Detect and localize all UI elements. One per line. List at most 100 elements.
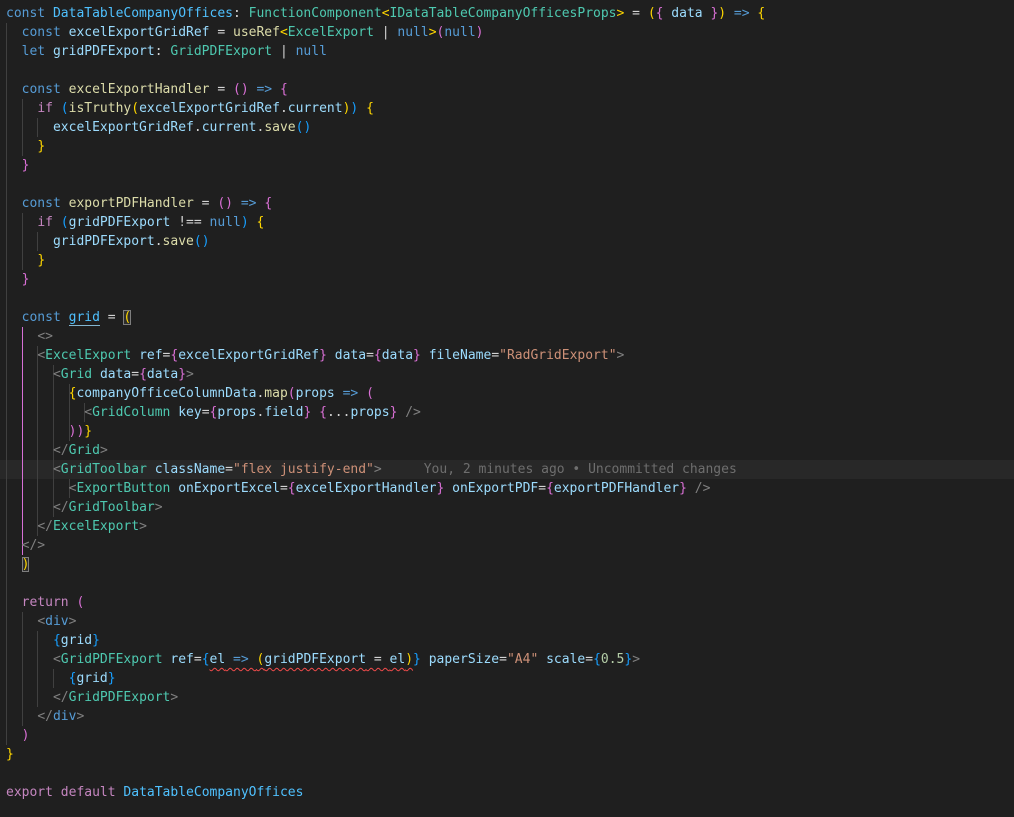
token: </ [37, 709, 53, 724]
code-line: excelExportGridRef.current.save() [0, 118, 1014, 137]
code-line: if (isTruthy(excelExportGridRef.current)… [0, 99, 1014, 118]
code-editor[interactable]: const DataTableCompanyOffices: FunctionC… [0, 0, 1014, 817]
token: </ [52, 690, 69, 705]
token: < [37, 614, 46, 629]
token: > [139, 519, 147, 534]
token: = [209, 25, 233, 40]
token: > [170, 690, 179, 705]
token: const [21, 310, 69, 325]
code-line: } [0, 270, 1014, 289]
token: { [546, 481, 554, 496]
token: data [334, 348, 367, 363]
token: GridPDFExport [170, 44, 273, 59]
token: "flex justify-end" [233, 462, 374, 477]
token: gridPDFExport [52, 44, 155, 59]
token: save [162, 234, 194, 249]
code-line: } [0, 156, 1014, 175]
token: < [52, 367, 61, 382]
token: { [256, 215, 265, 230]
token: GridPDFExport [60, 652, 163, 667]
token: > [68, 614, 77, 629]
token: } [21, 158, 30, 173]
token: => [248, 82, 280, 97]
token: DataTableCompanyOffices [123, 785, 304, 800]
code-line: return ( [0, 593, 1014, 612]
code-line: } [0, 137, 1014, 156]
matched-bracket: ( [123, 310, 132, 325]
token: ( [60, 215, 69, 230]
token: . [193, 120, 202, 135]
token: props [350, 405, 390, 420]
token: { [201, 652, 210, 667]
token: = [131, 367, 140, 382]
token: Grid [60, 367, 93, 382]
token: null [444, 25, 476, 40]
error-squiggle: el [209, 652, 226, 667]
token: = [366, 348, 374, 363]
token: companyOfficeColumnData [76, 386, 257, 401]
token: > [616, 348, 625, 363]
code-line: const DataTableCompanyOffices: FunctionC… [0, 4, 1014, 23]
git-blame-annotation: You, 2 minutes ago • Uncommitted changes [423, 462, 737, 477]
token: <> [37, 329, 53, 344]
code-line: ) [0, 555, 1014, 574]
token: { [279, 82, 288, 97]
code-line: let gridPDFExport: GridPDFExport | null [0, 42, 1014, 61]
token: ref [170, 652, 194, 667]
token: const [21, 82, 69, 97]
token: { [373, 348, 382, 363]
token: return [21, 595, 77, 610]
code-line: <GridColumn key={props.field} {...props}… [0, 403, 1014, 422]
token: current [201, 120, 257, 135]
token: ( [131, 101, 140, 116]
code-line: const excelExportHandler = () => { [0, 80, 1014, 99]
token: ... [326, 405, 351, 420]
token: /> [405, 405, 421, 420]
matched-bracket: ) [21, 557, 30, 572]
token: | [272, 44, 296, 59]
code-line: ))} [0, 422, 1014, 441]
token: ( [76, 595, 85, 610]
error-squiggle: gridPDFExport [264, 652, 367, 667]
token: data [663, 6, 711, 21]
token: { [757, 6, 766, 21]
token: = [193, 196, 218, 211]
token: > [428, 25, 437, 40]
code-line: {grid} [0, 669, 1014, 688]
token: excelExportGridRef [139, 101, 280, 116]
token: = [201, 405, 210, 420]
token: const [21, 196, 69, 211]
token: > [99, 443, 108, 458]
token: null [397, 25, 429, 40]
code-line: <GridToolbar className="flex justify-end… [0, 460, 1014, 479]
error-squiggle: el [389, 652, 406, 667]
token: current [287, 101, 343, 116]
token: Grid [68, 443, 100, 458]
token: props [295, 386, 335, 401]
code-line: </GridPDFExport> [0, 688, 1014, 707]
token: = [538, 481, 547, 496]
token: grid [60, 633, 93, 648]
token: exportPDFHandler [553, 481, 680, 496]
code-line: <ExportButton onExportExcel={excelExport… [0, 479, 1014, 498]
token: ) [201, 234, 210, 249]
token: div [52, 709, 77, 724]
token: < [381, 6, 390, 21]
token: } [413, 348, 421, 363]
